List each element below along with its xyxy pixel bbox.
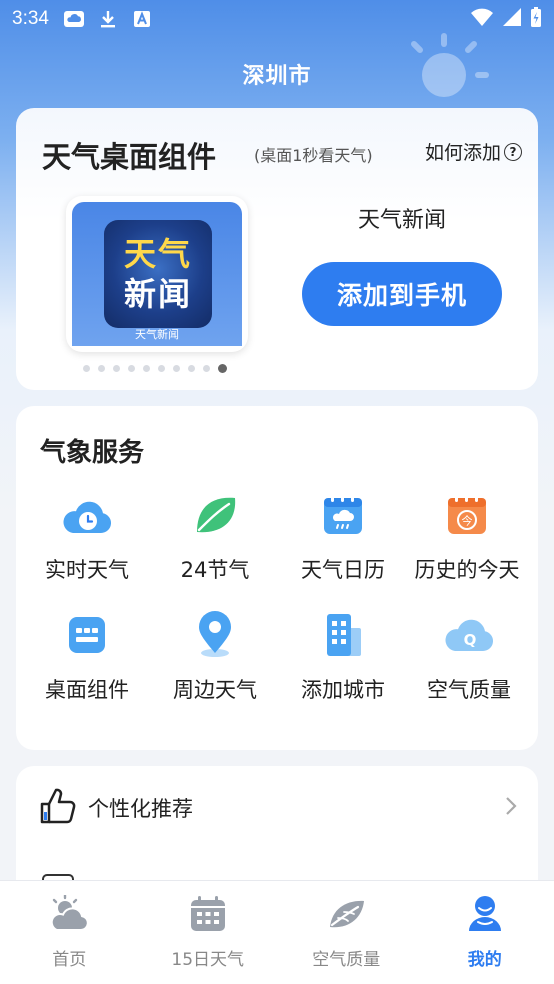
cloud-q-icon: Q [442, 610, 496, 660]
widget-promo-card: 天气桌面组件 (桌面1秒看天气) 如何添加 ? 天气 新闻 天气新闻 天气新闻 … [16, 108, 538, 390]
logo-line-1: 天气 [123, 235, 192, 273]
wifi-icon [470, 7, 494, 31]
carousel-dot-active[interactable] [218, 364, 227, 373]
carousel-dot[interactable] [98, 365, 105, 372]
service-history-today[interactable]: 今 历史的今天 [402, 490, 532, 584]
tab-mine[interactable]: 我的 [416, 881, 554, 984]
city-title: 深圳市 [242, 64, 312, 89]
service-label: 桌面组件 [45, 678, 129, 702]
weather-news-logo: 天气 新闻 [104, 220, 212, 328]
service-realtime-weather[interactable]: 实时天气 [22, 490, 152, 584]
service-nearby-weather[interactable]: 周边天气 [150, 610, 280, 704]
tab-15day[interactable]: 15日天气 [139, 881, 278, 984]
help-icon: ? [504, 142, 522, 161]
service-add-city[interactable]: 添加城市 [278, 610, 408, 704]
personalized-recommend-label: 个性化推荐 [88, 797, 193, 821]
tab-air-quality[interactable]: 空气质量 [277, 881, 416, 984]
calendar-cloud-icon [316, 490, 370, 540]
signal-icon [502, 7, 522, 31]
bottom-tab-bar: 首页 15日天气 空气质量 我的 [0, 880, 554, 984]
service-label: 实时天气 [45, 558, 129, 582]
service-label: 添加城市 [301, 678, 385, 702]
service-label: 天气日历 [301, 558, 385, 582]
battery-icon [530, 6, 542, 32]
cloud-clock-icon [60, 490, 114, 540]
services-title: 气象服务 [40, 438, 145, 468]
carousel-dot[interactable] [128, 365, 135, 372]
widget-preview[interactable]: 天气 新闻 天气新闻 [66, 196, 248, 352]
tab-home[interactable]: 首页 [0, 881, 139, 984]
service-label: 周边天气 [173, 678, 257, 702]
svg-text:今: 今 [462, 514, 473, 528]
service-label: 历史的今天 [414, 558, 520, 582]
carousel-dot[interactable] [143, 365, 150, 372]
leaf-air-icon [277, 895, 416, 933]
home-weather-icon [0, 895, 139, 933]
profile-icon [416, 895, 554, 933]
carousel-dot[interactable] [173, 365, 180, 372]
widget-grid-icon [60, 610, 114, 660]
svg-text:Q: Q [464, 631, 477, 649]
widget-name: 天气新闻 [357, 208, 446, 233]
tab-label: 首页 [52, 950, 87, 970]
widget-preview-image: 天气 新闻 天气新闻 [72, 202, 242, 346]
logo-line-2: 新闻 [123, 275, 192, 313]
service-label: 24节气 [180, 558, 250, 582]
widget-card-title: 天气桌面组件 [42, 140, 217, 174]
leaf-icon [188, 490, 242, 540]
thumbs-up-icon [38, 786, 78, 830]
building-icon [316, 610, 370, 660]
calendar-icon [139, 895, 278, 933]
service-desktop-widget[interactable]: 桌面组件 [22, 610, 152, 704]
preview-label: 天气新闻 [135, 328, 179, 341]
carousel-dot[interactable] [188, 365, 195, 372]
carousel-dot[interactable] [203, 365, 210, 372]
location-pin-icon [188, 610, 242, 660]
add-to-phone-button[interactable]: 添加到手机 [302, 262, 502, 326]
carousel-dot[interactable] [113, 365, 120, 372]
service-air-quality[interactable]: Q 空气质量 [404, 610, 534, 704]
download-icon [97, 9, 119, 29]
calendar-today-icon: 今 [440, 490, 494, 540]
weather-notification-icon [63, 9, 85, 29]
carousel-dot[interactable] [83, 365, 90, 372]
tab-label: 15日天气 [171, 950, 245, 970]
personalized-recommend-row[interactable]: 个性化推荐 [38, 786, 518, 830]
carousel-dot[interactable] [158, 365, 165, 372]
chevron-right-icon [504, 795, 518, 821]
carousel-dots [83, 364, 227, 373]
how-to-add-link[interactable]: 如何添加 ? [425, 138, 522, 165]
service-solar-terms[interactable]: 24节气 [150, 490, 280, 584]
how-to-add-label: 如何添加 [424, 142, 501, 164]
widget-card-subtitle: (桌面1秒看天气) [254, 146, 373, 165]
tab-label: 我的 [467, 950, 502, 970]
tab-label: 空气质量 [312, 950, 381, 970]
service-weather-calendar[interactable]: 天气日历 [278, 490, 408, 584]
status-time: 3:34 [12, 8, 49, 29]
weather-services-card: 气象服务 实时天气 24节气 天气日历 今 历史的今天 桌面组件 周边天气 添加… [16, 406, 538, 750]
text-a-icon [131, 9, 153, 29]
service-label: 空气质量 [427, 678, 511, 702]
